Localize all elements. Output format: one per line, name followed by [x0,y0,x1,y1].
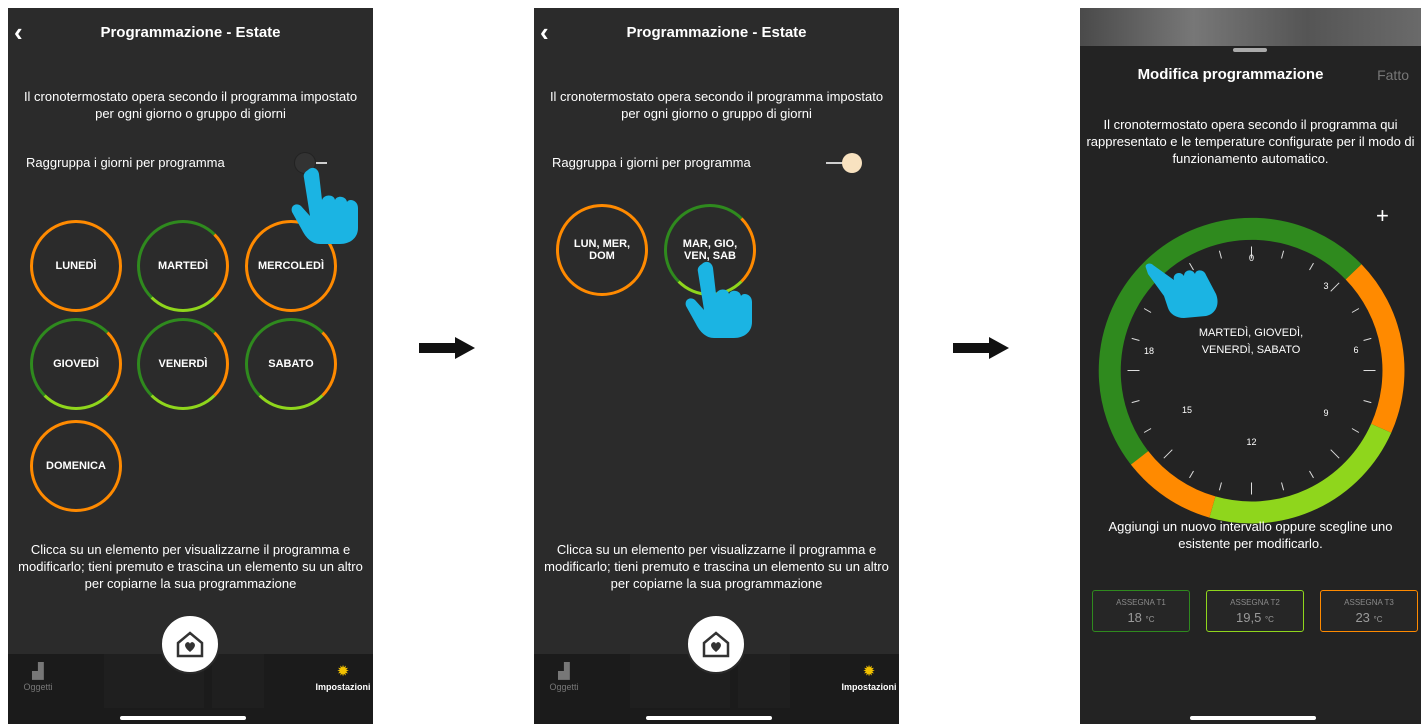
day-sunday[interactable]: DOMENICA [30,420,122,512]
screen-program-groups: ‹ Programmazione - Estate Il cronotermos… [534,8,899,724]
dial-tick [1281,482,1285,491]
dial-tick [1218,482,1222,491]
hour-12-label: 12 [1246,437,1256,447]
group-days-label: Raggruppa i giorni per programma [552,155,751,170]
tab-settings[interactable]: ✹ Impostazioni [839,662,899,692]
dial-tick [1143,428,1152,433]
assign-t1-button[interactable]: ASSEGNA T1 18 °C [1092,590,1190,632]
screen-program-days: ‹ Programmazione - Estate Il cronotermos… [8,8,373,724]
hour-15-label: 15 [1182,405,1192,415]
pointer-hand-icon [685,261,752,338]
home-indicator [646,716,772,720]
group-days-toggle[interactable] [826,152,862,174]
gear-icon: ✹ [336,663,350,680]
interval-t3-segment [1345,264,1405,433]
objects-icon: ▟ [32,663,44,680]
assign-t3-button[interactable]: ASSEGNA T3 23 °C [1320,590,1418,632]
day-tuesday[interactable]: MARTEDÌ [137,220,229,312]
hour-18-label: 18 [1144,346,1154,356]
sheet-title: Modifica programmazione [1137,66,1324,83]
instruction-text: Clicca su un elemento per visualizzarne … [18,542,363,591]
dial-tick [1131,337,1140,341]
pointer-hand-icon [291,167,358,244]
navbar: ‹ Programmazione - Estate [534,8,899,56]
instruction-text: Clicca su un elemento per visualizzarne … [544,542,889,591]
group-lun-mer-dom[interactable]: LUN, MER, DOM [556,204,648,296]
group-days-label: Raggruppa i giorni per programma [26,155,225,170]
dial-tick [1309,262,1314,271]
dial-tick [1189,470,1194,479]
dial-tick [1351,428,1360,433]
description: Il cronotermostato opera secondo il prog… [23,89,358,121]
page-title: Programmazione - Estate [626,24,807,41]
home-heart-icon [176,631,204,658]
dial-tick [1309,470,1314,479]
home-button[interactable] [160,614,220,674]
hour-6-label: 6 [1353,345,1358,355]
tab-settings[interactable]: ✹ Impostazioni [313,662,373,692]
pointer-hand-icon [1145,263,1218,318]
day-thursday[interactable]: GIOVEDÌ [30,318,122,410]
dial-tick [1363,337,1372,341]
schedule-dial[interactable]: 0 3 6 9 12 15 18 MARTEDÌ, GIOVEDÌ, VENER… [1094,213,1409,528]
instruction-text: Aggiungi un nuovo intervallo oppure sceg… [1108,519,1393,551]
interval-t2-segment [1209,423,1392,524]
assign-t2-button[interactable]: ASSEGNA T2 19,5 °C [1206,590,1304,632]
dial-tick [1330,282,1340,292]
page-title: Programmazione - Estate [100,24,281,41]
dial-tick [1281,250,1285,259]
dial-tick [1131,400,1140,404]
day-friday[interactable]: VENERDÌ [137,318,229,410]
dial-tick [1363,400,1372,404]
right-arrow-icon [419,337,475,359]
day-saturday[interactable]: SABATO [245,318,337,410]
gear-icon: ✹ [862,663,876,680]
right-arrow-icon [953,337,1009,359]
objects-icon: ▟ [558,663,570,680]
dial-tick [1330,449,1340,459]
screen-edit-program: Modifica programmazione Fatto Il cronote… [1080,8,1421,724]
day-monday[interactable]: LUNEDÌ [30,220,122,312]
home-indicator [120,716,246,720]
dial-tick [1351,308,1360,313]
dial-tick [1218,250,1222,259]
home-button[interactable] [686,614,746,674]
description: Il cronotermostato opera secondo il prog… [1086,117,1415,166]
hour-0-label: 0 [1249,253,1254,263]
tab-objects[interactable]: ▟ Oggetti [534,662,594,692]
home-indicator [1190,716,1316,720]
home-heart-icon [702,631,730,658]
hour-9-label: 9 [1323,408,1328,418]
dial-center-text: MARTEDÌ, GIOVEDÌ, VENERDÌ, SABATO [1199,327,1303,356]
description: Il cronotermostato opera secondo il prog… [549,89,884,121]
hour-3-label: 3 [1323,281,1328,291]
done-button[interactable]: Fatto [1377,67,1409,83]
blurred-background [1080,8,1421,46]
tab-objects[interactable]: ▟ Oggetti [8,662,68,692]
navbar: ‹ Programmazione - Estate [8,8,373,56]
sheet-grabber[interactable] [1233,48,1267,52]
dial-tick [1163,449,1173,459]
interval-t3-segment-2 [1130,450,1216,518]
